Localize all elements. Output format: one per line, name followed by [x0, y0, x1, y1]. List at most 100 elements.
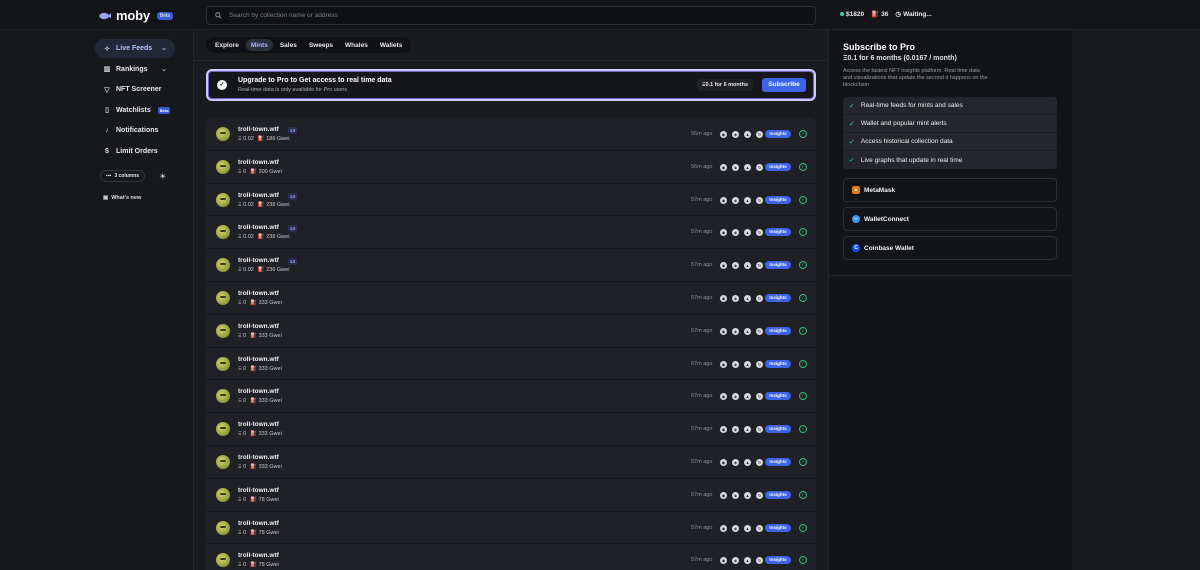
refresh-icon[interactable]: ↻: [756, 196, 763, 204]
table-row[interactable]: troll-town.wtf Ξ 0 ⛽ 333 Gwei 57m ago ◉ ◈ ▲ ↻ In…: [206, 446, 816, 479]
tab-sweeps[interactable]: Sweeps: [304, 39, 338, 51]
opensea-icon[interactable]: ◈: [732, 229, 739, 237]
chevron-down-icon[interactable]: ⌄: [161, 44, 167, 52]
table-row[interactable]: troll-town.wtf x3 Ξ 0.02 ⛽ 236 Gwei 57m ago ◉…: [206, 249, 816, 282]
refresh-icon[interactable]: ↻: [756, 360, 763, 368]
sidebar-item-notifications[interactable]: ♪ Notifications: [95, 121, 175, 140]
tab-sales[interactable]: Sales: [275, 39, 302, 51]
etherscan-icon[interactable]: ◉: [720, 327, 727, 335]
insights-button[interactable]: Insights: [765, 425, 791, 434]
blur-icon[interactable]: ▲: [744, 131, 751, 138]
refresh-icon[interactable]: ↻: [756, 229, 763, 237]
table-row[interactable]: troll-town.wtf x3 Ξ 0.02 ⛽ 238 Gwei 57m ago ◉…: [206, 216, 816, 250]
table-row[interactable]: troll-town.wtf Ξ 0 ⛽ 333 Gwei 57m ago ◉ ◈ ▲ ↻ In…: [206, 348, 816, 381]
insights-button[interactable]: Insights: [765, 195, 791, 204]
collection-name[interactable]: troll-town.wtf: [238, 224, 279, 231]
opensea-icon[interactable]: ◈: [732, 459, 739, 466]
opensea-icon[interactable]: ◈: [732, 426, 739, 434]
refresh-icon[interactable]: ↻: [756, 524, 763, 532]
etherscan-icon[interactable]: ◉: [720, 262, 727, 270]
tab-wallets[interactable]: Wallets: [375, 39, 408, 51]
insights-button[interactable]: Insights: [765, 294, 791, 302]
etherscan-icon[interactable]: ◉: [720, 393, 727, 401]
refresh-icon[interactable]: ↻: [756, 262, 763, 270]
insights-button[interactable]: Insights: [765, 261, 791, 270]
columns-selector[interactable]: ▪▪▪ 3 columns: [100, 170, 146, 182]
opensea-icon[interactable]: ◈: [732, 131, 739, 138]
tab-mints[interactable]: Mints: [245, 39, 273, 51]
blur-icon[interactable]: ▲: [744, 524, 751, 532]
etherscan-icon[interactable]: ◉: [720, 229, 727, 237]
sidebar-item-rankings[interactable]: ▥ Rankings ⌄: [95, 60, 175, 79]
collection-name[interactable]: troll-town.wtf: [238, 356, 279, 363]
refresh-icon[interactable]: ↻: [756, 459, 763, 466]
coinbase-wallet-button[interactable]: C Coinbase Wallet: [843, 236, 1057, 260]
refresh-icon[interactable]: ↻: [756, 295, 763, 302]
etherscan-icon[interactable]: ◉: [720, 426, 727, 434]
etherscan-icon[interactable]: ◉: [720, 524, 727, 532]
insights-button[interactable]: Insights: [765, 556, 791, 565]
blur-icon[interactable]: ▲: [744, 196, 751, 204]
blur-icon[interactable]: ▲: [744, 295, 751, 302]
refresh-icon[interactable]: ↻: [756, 426, 763, 434]
etherscan-icon[interactable]: ◉: [720, 459, 727, 466]
collection-name[interactable]: troll-town.wtf: [238, 323, 279, 330]
tab-explore[interactable]: Explore: [210, 39, 244, 51]
blur-icon[interactable]: ▲: [744, 491, 751, 499]
insights-button[interactable]: Insights: [765, 392, 791, 401]
blur-icon[interactable]: ▲: [744, 327, 751, 335]
blur-icon[interactable]: ▲: [744, 163, 751, 171]
insights-button[interactable]: Insights: [765, 162, 791, 171]
search-input[interactable]: [229, 12, 729, 19]
chevron-down-icon[interactable]: ⌄: [161, 65, 167, 73]
collection-name[interactable]: troll-town.wtf: [238, 487, 279, 494]
insights-button[interactable]: Insights: [765, 490, 791, 499]
opensea-icon[interactable]: ◈: [732, 163, 739, 171]
insights-button[interactable]: Insights: [765, 458, 791, 466]
blur-icon[interactable]: ▲: [744, 393, 751, 401]
opensea-icon[interactable]: ◈: [732, 196, 739, 204]
etherscan-icon[interactable]: ◉: [720, 360, 727, 368]
refresh-icon[interactable]: ↻: [756, 163, 763, 171]
etherscan-icon[interactable]: ◉: [720, 131, 727, 138]
blur-icon[interactable]: ▲: [744, 229, 751, 237]
opensea-icon[interactable]: ◈: [732, 393, 739, 401]
collection-name[interactable]: troll-town.wtf: [238, 454, 279, 461]
collection-name[interactable]: troll-town.wtf: [238, 388, 279, 395]
table-row[interactable]: troll-town.wtf Ξ 0 ⛽ 333 Gwei 57m ago ◉ ◈ ▲ ↻ In…: [206, 380, 816, 414]
table-row[interactable]: troll-town.wtf Ξ 0 ⛽ 200 Gwei 56m ago ◉ ◈ ▲ ↻ In…: [206, 151, 816, 184]
table-row[interactable]: troll-town.wtf Ξ 0 ⛽ 333 Gwei 57m ago ◉ ◈ ▲ ↻ In…: [206, 413, 816, 446]
etherscan-icon[interactable]: ◉: [720, 491, 727, 499]
search-bar[interactable]: [206, 6, 816, 25]
collection-name[interactable]: troll-town.wtf: [238, 126, 279, 133]
blur-icon[interactable]: ▲: [744, 262, 751, 270]
collection-name[interactable]: troll-town.wtf: [238, 520, 279, 527]
insights-button[interactable]: Insights: [765, 130, 791, 138]
opensea-icon[interactable]: ◈: [732, 327, 739, 335]
table-row[interactable]: troll-town.wtf Ξ 0 ⛽ 78 Gwei 57m ago ◉ ◈ ▲ ↻ Ins…: [206, 512, 816, 545]
opensea-icon[interactable]: ◈: [732, 295, 739, 302]
table-row[interactable]: troll-town.wtf Ξ 0 ⛽ 333 Gwei 57m ago ◉ ◈ ▲ ↻ In…: [206, 282, 816, 315]
whats-new-link[interactable]: ▣ What's new: [103, 195, 141, 201]
insights-button[interactable]: Insights: [765, 523, 791, 532]
refresh-icon[interactable]: ↻: [756, 491, 763, 499]
etherscan-icon[interactable]: ◉: [720, 557, 727, 565]
table-row[interactable]: troll-town.wtf Ξ 0 ⛽ 78 Gwei 57m ago ◉ ◈ ▲ ↻ Ins…: [206, 479, 816, 512]
metamask-button[interactable]: ▲ MetaMask: [843, 178, 1057, 202]
theme-toggle-sun-icon[interactable]: ☀: [159, 172, 166, 181]
logo[interactable]: moby Beta: [98, 8, 174, 23]
table-row[interactable]: troll-town.wtf Ξ 0 ⛽ 333 Gwei 57m ago ◉ ◈ ▲ ↻ In…: [206, 315, 816, 348]
sidebar-item-live-feeds[interactable]: ✧ Live Feeds ⌄: [95, 39, 175, 58]
insights-button[interactable]: Insights: [765, 359, 791, 368]
etherscan-icon[interactable]: ◉: [720, 196, 727, 204]
subscribe-button[interactable]: Subscribe: [762, 78, 806, 92]
opensea-icon[interactable]: ◈: [732, 557, 739, 565]
collection-name[interactable]: troll-town.wtf: [238, 552, 279, 559]
etherscan-icon[interactable]: ◉: [720, 163, 727, 171]
opensea-icon[interactable]: ◈: [732, 262, 739, 270]
opensea-icon[interactable]: ◈: [732, 360, 739, 368]
blur-icon[interactable]: ▲: [744, 360, 751, 368]
table-row[interactable]: troll-town.wtf x3 Ξ 0.02 ⛽ 186 Gwei 56m ago ◉…: [206, 118, 816, 151]
refresh-icon[interactable]: ↻: [756, 327, 763, 335]
refresh-icon[interactable]: ↻: [756, 131, 763, 138]
